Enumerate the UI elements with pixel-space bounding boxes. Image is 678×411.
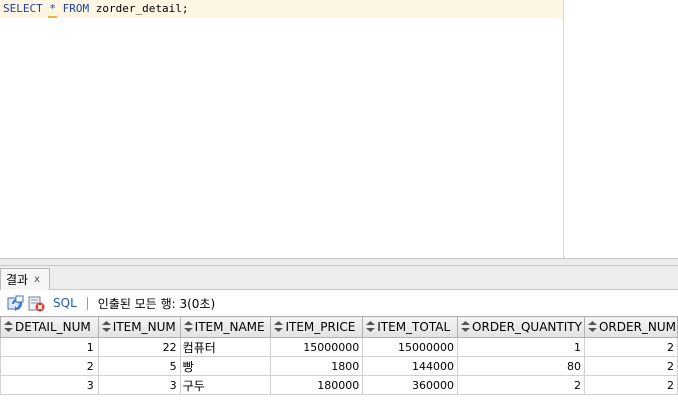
column-header[interactable]: DETAIL_NUM <box>0 316 99 338</box>
table-row[interactable]: 1 22 컴퓨터 15000000 15000000 1 2 <box>0 337 678 357</box>
table-row[interactable]: 3 3 구두 180000 360000 2 2 <box>0 375 678 395</box>
cell-item-name[interactable]: 빵 <box>179 356 272 376</box>
sql-keyword-from: FROM <box>62 2 90 15</box>
cell-item-num[interactable]: 3 <box>97 375 181 395</box>
column-header[interactable]: ITEM_TOTAL <box>362 316 459 338</box>
column-header-icon <box>4 321 13 332</box>
delete-icon[interactable] <box>28 295 45 312</box>
cell-order-quantity[interactable]: 1 <box>457 337 585 357</box>
cell-detail-num[interactable]: 3 <box>0 375 99 395</box>
column-header-label: ITEM_PRICE <box>285 320 356 334</box>
cell-item-total[interactable]: 360000 <box>362 375 459 395</box>
column-header-label: DETAIL_NUM <box>15 320 91 334</box>
right-margin-line <box>563 0 564 258</box>
toolbar-separator <box>86 296 88 310</box>
sql-keyword-select: SELECT <box>3 2 43 15</box>
cell-item-num[interactable]: 22 <box>97 337 181 357</box>
column-header-label: ITEM_NAME <box>194 320 265 334</box>
sql-table-name: zorder_detail; <box>95 2 189 15</box>
column-header-icon <box>101 321 111 332</box>
header-row: DETAIL_NUM ITEM_NUM ITEM_NAME ITEM_PRICE… <box>0 316 678 338</box>
sql-link[interactable]: SQL <box>53 296 77 310</box>
table-row[interactable]: 2 5 빵 1800 144000 80 2 <box>0 356 678 376</box>
tab-results[interactable]: 결과 x <box>0 268 50 290</box>
cell-item-price[interactable]: 15000000 <box>270 337 364 357</box>
column-header-label: ITEM_TOTAL <box>377 320 451 334</box>
refresh-icon[interactable] <box>7 295 24 312</box>
cell-item-num[interactable]: 5 <box>97 356 181 376</box>
cell-order-num[interactable]: 2 <box>583 375 678 395</box>
cell-item-name[interactable]: 구두 <box>179 375 272 395</box>
cell-order-num[interactable]: 2 <box>583 356 678 376</box>
column-header-icon <box>587 321 597 332</box>
sql-editor[interactable]: SELECT * FROM zorder_detail; <box>0 0 678 258</box>
column-header-label: ORDER_QUANTITY <box>472 320 582 334</box>
column-header-icon <box>461 321 471 332</box>
column-header[interactable]: ITEM_NUM <box>97 316 181 338</box>
column-header-icon <box>183 321 193 332</box>
cell-item-price[interactable]: 180000 <box>270 375 364 395</box>
close-icon[interactable]: x <box>34 274 40 285</box>
results-grid[interactable]: DETAIL_NUM ITEM_NUM ITEM_NAME ITEM_PRICE… <box>0 316 678 411</box>
column-header[interactable]: ORDER_QUANTITY <box>457 316 585 338</box>
cell-item-price[interactable]: 1800 <box>270 356 364 376</box>
sql-code-line[interactable]: SELECT * FROM zorder_detail; <box>3 2 188 15</box>
column-header-label: ORDER_NUM <box>598 320 677 334</box>
column-header-icon <box>274 321 284 332</box>
results-table: DETAIL_NUM ITEM_NUM ITEM_NAME ITEM_PRICE… <box>0 316 678 395</box>
cell-order-quantity[interactable]: 2 <box>457 375 585 395</box>
results-tab-bar: 결과 x <box>0 266 678 290</box>
sql-star: * <box>49 2 56 15</box>
results-toolbar: SQL 인출된 모든 행: 3(0초) <box>0 291 678 315</box>
cell-detail-num[interactable]: 1 <box>0 337 99 357</box>
column-header-icon <box>366 321 376 332</box>
column-header[interactable]: ITEM_PRICE <box>270 316 364 338</box>
cell-item-total[interactable]: 144000 <box>362 356 459 376</box>
cell-order-num[interactable]: 2 <box>583 337 678 357</box>
panel-splitter[interactable] <box>0 258 678 266</box>
cell-item-name[interactable]: 컴퓨터 <box>179 337 272 357</box>
cell-detail-num[interactable]: 2 <box>0 356 99 376</box>
tab-results-label: 결과 <box>6 273 29 287</box>
column-header-label: ITEM_NUM <box>112 320 176 334</box>
column-header[interactable]: ITEM_NAME <box>179 316 272 338</box>
column-header[interactable]: ORDER_NUM <box>583 316 678 338</box>
cell-item-total[interactable]: 15000000 <box>362 337 459 357</box>
status-text: 인출된 모든 행: 3(0초) <box>97 296 216 311</box>
cell-order-quantity[interactable]: 80 <box>457 356 585 376</box>
